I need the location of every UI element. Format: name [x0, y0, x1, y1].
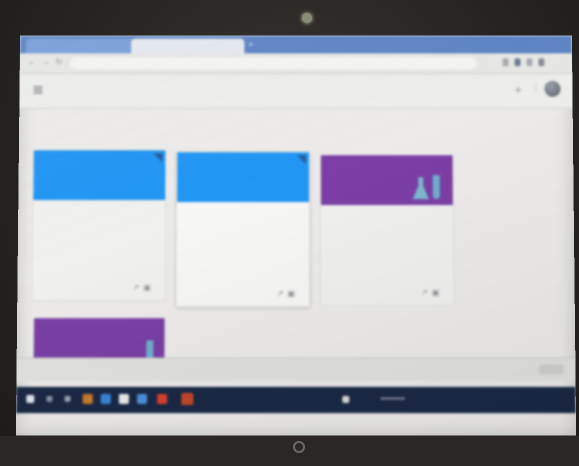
- class-card[interactable]: ↗▣: [319, 154, 455, 307]
- laptop-photo: + ← → ↻ + ⋮⋮ ↗▣ ↗▣ ↗▣ ●●●●●●●●: [0, 0, 579, 466]
- menu-icon[interactable]: [33, 85, 43, 94]
- class-card-actions: ↗▣: [421, 288, 443, 297]
- edit-icon[interactable]: ↗: [277, 289, 288, 298]
- flask-illustration: [413, 177, 429, 199]
- store-icon[interactable]: [118, 393, 129, 405]
- extension-icon[interactable]: [502, 58, 509, 67]
- class-card[interactable]: ↗▣: [175, 151, 311, 308]
- taskbar: ●●●●●●●●: [16, 386, 576, 414]
- reload-icon[interactable]: ↻: [56, 57, 63, 66]
- new-tab-icon[interactable]: +: [248, 40, 253, 50]
- extension-icon[interactable]: [526, 58, 533, 67]
- class-card-header: [320, 155, 453, 206]
- profile-icon[interactable]: [538, 58, 545, 67]
- class-card-header: [177, 152, 309, 203]
- chrome-icon[interactable]: [181, 392, 194, 406]
- browser-tab-2[interactable]: [131, 38, 245, 54]
- subnav: [37, 123, 53, 129]
- folder-icon[interactable]: ▣: [432, 288, 444, 297]
- folder-icon[interactable]: ▣: [143, 283, 155, 292]
- avatar[interactable]: [544, 81, 561, 97]
- card-corner-icon: [297, 155, 306, 164]
- browser-tab-bar: +: [19, 35, 573, 54]
- laptop-hinge: [0, 436, 579, 466]
- browser-app-icon[interactable]: [100, 393, 111, 405]
- laptop-screen: + ← → ↻ + ⋮⋮ ↗▣ ↗▣ ↗▣ ●●●●●●●●: [15, 35, 577, 436]
- address-bar[interactable]: [69, 57, 477, 70]
- card-corner-icon: [153, 153, 162, 162]
- file-explorer-icon[interactable]: [82, 393, 93, 405]
- webcam-icon: [302, 13, 312, 23]
- mail-icon[interactable]: [136, 393, 148, 405]
- tray-status: ●●●●●●●●: [380, 395, 405, 402]
- app-header: + ⋮⋮: [19, 74, 573, 109]
- class-card-header: [33, 150, 166, 201]
- test-tube-illustration: [432, 175, 440, 200]
- task-view-icon[interactable]: [64, 395, 71, 402]
- start-icon[interactable]: [26, 394, 35, 403]
- extension-icon[interactable]: [514, 58, 521, 67]
- power-icon: [293, 441, 305, 453]
- downloads-bar: [16, 357, 576, 381]
- class-card-actions: ↗▣: [277, 289, 299, 298]
- browser-tab-1[interactable]: [25, 38, 136, 54]
- plus-icon[interactable]: +: [515, 83, 522, 97]
- media-app-icon[interactable]: [157, 393, 168, 405]
- back-icon[interactable]: ←: [28, 57, 36, 66]
- class-card-actions: ↗▣: [132, 283, 154, 292]
- search-icon[interactable]: [46, 395, 53, 402]
- tray-app-icon[interactable]: [342, 395, 350, 403]
- forward-icon[interactable]: →: [42, 57, 50, 66]
- edit-icon[interactable]: ↗: [421, 288, 432, 297]
- class-card[interactable]: ↗▣: [31, 149, 167, 302]
- show-all-button[interactable]: [539, 364, 564, 375]
- folder-icon[interactable]: ▣: [287, 289, 299, 298]
- browser-toolbar: ← → ↻: [19, 53, 573, 75]
- edit-icon[interactable]: ↗: [132, 283, 143, 292]
